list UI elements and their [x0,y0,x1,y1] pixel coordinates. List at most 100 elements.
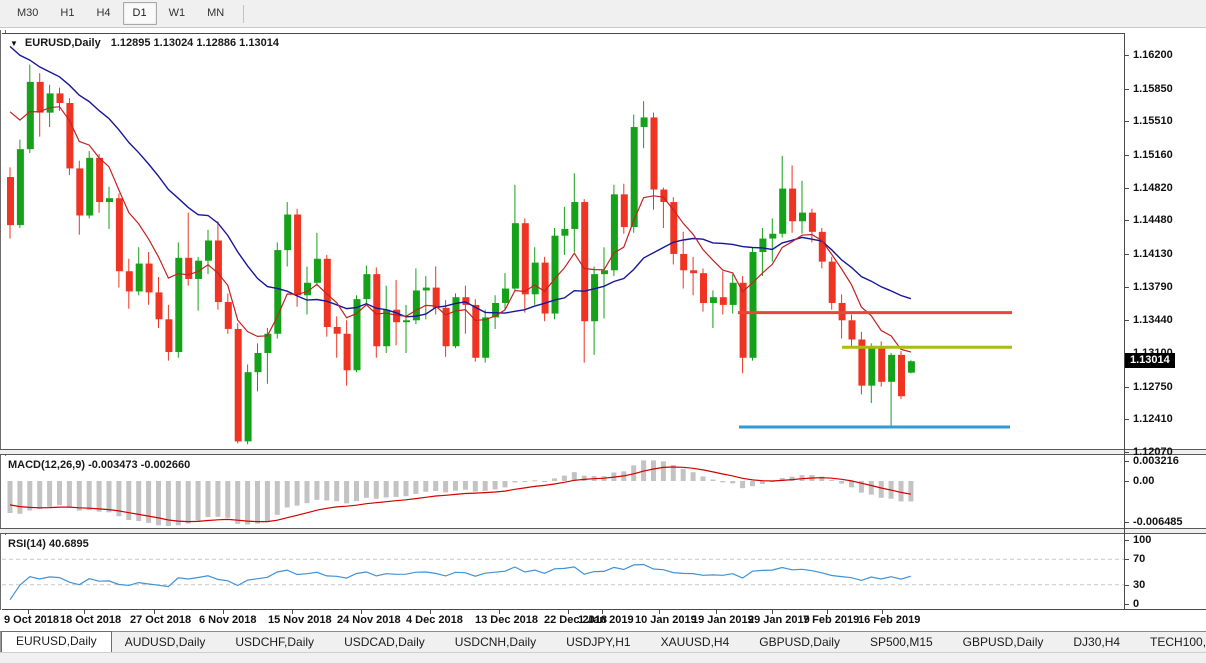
macd-tick [1124,481,1129,482]
date-axis[interactable]: 9 Oct 201818 Oct 201827 Oct 20186 Nov 20… [0,610,1206,631]
macd-histogram-bar [384,481,389,497]
candle-body [581,202,588,321]
candle-body [47,93,54,112]
toolbar-divider [243,5,244,23]
candle-body [7,177,14,225]
price-chart-canvas[interactable] [2,34,1124,449]
macd-histogram-bar [849,481,854,487]
chart-tab-audusd-daily[interactable]: AUDUSD,Daily [112,633,219,652]
candle-body [849,320,856,339]
date-tick-label: 27 Oct 2018 [130,614,191,626]
timeframe-button-w1[interactable]: W1 [159,2,196,25]
macd-histogram-bar [463,481,468,490]
candle-body [779,189,786,234]
rsi-label: 30 [1133,579,1145,591]
price-tick [1124,89,1129,90]
macd-histogram-bar [740,481,745,488]
candle-body [601,270,608,274]
macd-histogram-bar [47,481,52,507]
macd-histogram-bar [17,481,22,514]
candle-body [175,258,182,352]
rsi-tick [1124,540,1129,541]
macd-histogram-bar [206,481,211,517]
chart-tab-xauusd-h4[interactable]: XAUUSD,H4 [648,633,743,652]
macd-histogram-bar [532,480,537,481]
candle-body [235,329,242,441]
chart-tab-dj30-h4[interactable]: DJ30,H4 [1060,633,1133,652]
price-tick [1124,188,1129,189]
candle-body [532,263,539,295]
date-tick-label: 16 Feb 2019 [858,614,920,626]
chart-tab-eurusd-daily[interactable]: EURUSD,Daily [1,631,112,652]
candle-body [908,361,915,372]
rsi-canvas[interactable] [2,535,1124,609]
macd-histogram-bar [374,481,379,499]
candle-body [740,283,747,358]
macd-histogram-bar [196,481,201,521]
date-tick-label: 15 Nov 2018 [268,614,332,626]
timeframe-toolbar: M30H1H4D1W1MN [0,0,1206,28]
candle-body [512,223,519,288]
macd-histogram-bar [255,481,260,524]
candle-body [522,223,529,294]
rsi-label: 0 [1133,598,1139,610]
chart-tab-gbpusd-daily[interactable]: GBPUSD,Daily [746,633,853,652]
price-tick [1124,419,1129,420]
macd-histogram-bar [899,481,904,501]
candle-body [898,355,905,396]
timeframe-button-h4[interactable]: H4 [86,2,120,25]
rsi-tick [1124,559,1129,560]
macd-histogram-bar [453,481,458,491]
date-tick-label: 18 Oct 2018 [60,614,121,626]
candle-body [502,289,509,303]
candle-body [324,259,331,327]
timeframe-button-mn[interactable]: MN [197,2,234,25]
timeframe-button-m30[interactable]: M30 [7,2,48,25]
candle-body [66,103,73,168]
candle-body [284,215,291,251]
chart-tab-usdchf-daily[interactable]: USDCHF,Daily [222,633,327,652]
price-tick [1124,452,1129,453]
macd-tick [1124,461,1129,462]
chart-tab-gbpusd-daily[interactable]: GBPUSD,Daily [950,633,1057,652]
macd-histogram-bar [829,480,834,481]
panel-separator[interactable] [0,449,1206,455]
candle-body [433,288,440,308]
chart-tab-sp500-m15[interactable]: SP500,M15 [857,633,946,652]
candle-body [809,213,816,232]
candle-body [641,117,648,127]
date-tick-label: 24 Nov 2018 [337,614,401,626]
date-tick-label: 10 Jan 2019 [635,614,697,626]
candle-body [700,273,707,303]
candle-body [126,271,133,291]
candle-body [57,93,64,103]
date-tick-label: 29 Jan 2019 [748,614,810,626]
macd-histogram-bar [483,481,488,491]
price-axis[interactable]: 1.162001.158501.155101.151601.148201.144… [1124,0,1206,663]
chart-tab-usdjpy-h1[interactable]: USDJPY,H1 [553,633,643,652]
candle-body [472,305,479,358]
candle-body [354,299,361,370]
candle-body [334,327,341,334]
timeframe-button-h1[interactable]: H1 [50,2,84,25]
chart-tab-usdcnh-daily[interactable]: USDCNH,Daily [442,633,549,652]
macd-histogram-bar [582,476,587,481]
date-tick-label: 19 Jan 2019 [692,614,754,626]
chart-tab-usdcad-daily[interactable]: USDCAD,Daily [331,633,438,652]
symbol-dropdown-icon[interactable]: ▼ [10,39,18,48]
chart-tab-tech100-h1[interactable]: TECH100,H1 [1137,633,1206,652]
price-label: 1.16200 [1133,49,1173,61]
timeframe-button-d1[interactable]: D1 [123,2,157,25]
candle-body [789,189,796,222]
candle-body [561,229,568,236]
macd-histogram-bar [394,481,399,497]
macd-histogram-bar [295,481,300,506]
macd-histogram-bar [215,481,220,517]
macd-histogram-bar [225,481,230,518]
candle-body [730,283,737,305]
macd-histogram-bar [701,476,706,481]
macd-histogram-bar [77,481,82,511]
panel-separator[interactable] [0,528,1206,534]
macd-label: 0.00 [1133,475,1154,487]
rsi-label: 100 [1133,534,1151,546]
